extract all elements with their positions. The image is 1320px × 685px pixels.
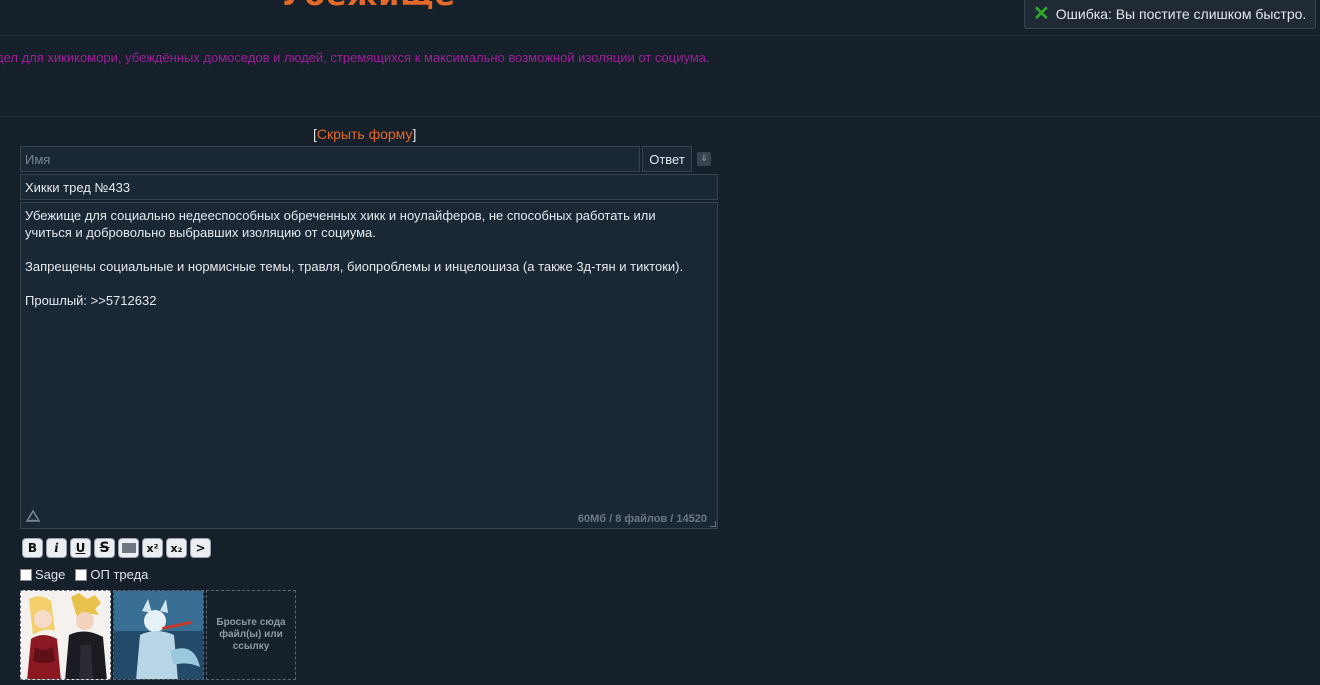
hide-form-link[interactable]: Скрыть форму (317, 126, 413, 142)
toggle-form: [Скрыть форму] (313, 126, 416, 142)
sage-checkbox[interactable] (20, 568, 32, 581)
spoiler-button[interactable] (118, 538, 139, 558)
bracket-close: ] (412, 126, 417, 142)
board-description: дел для хикикомори, убеждённых домоседов… (0, 50, 710, 65)
italic-button[interactable]: i (46, 538, 67, 558)
subject-input[interactable]: Хикки тред №433 (20, 174, 718, 200)
notification-text: Ошибка: Вы постите слишком быстро. (1055, 6, 1307, 22)
subscript-button[interactable]: x₂ (166, 538, 187, 558)
superscript-button[interactable]: x² (142, 538, 163, 558)
reply-button[interactable]: Ответ (642, 146, 692, 172)
close-icon[interactable]: ✕ (1033, 4, 1050, 24)
sage-label: Sage (35, 567, 66, 582)
op-checkbox[interactable] (75, 568, 88, 581)
board-title: Убежище (280, 0, 456, 13)
resize-handle[interactable] (710, 521, 716, 527)
quote-button[interactable]: > (190, 538, 211, 558)
file-dropzone[interactable]: Бросьте сюда файл(ы) или ссылку (206, 590, 296, 680)
strike-button[interactable]: S (94, 538, 115, 558)
spoiler-icon (121, 543, 136, 553)
upload-limits: 60Мб / 8 файлов / 14520 (577, 513, 707, 525)
scroll-down-icon[interactable]: ⇓ (697, 152, 711, 166)
file-attachments: Бросьте сюда файл(ы) или ссылку (20, 590, 296, 680)
sail-icon[interactable] (25, 508, 41, 524)
op-label: ОП треда (90, 567, 149, 582)
attached-image-thumbnail[interactable] (113, 590, 204, 680)
page: Убежище дел для хикикомори, убеждённых д… (0, 0, 1320, 685)
message-text: Убежище для социально недееспособных обр… (25, 208, 684, 308)
section-divider (0, 116, 1320, 117)
markup-toolbar: B i U S x² x₂ > (22, 538, 211, 558)
anime-fox-image (114, 591, 203, 679)
underline-button[interactable]: U (70, 538, 91, 558)
post-options: Sage ОП треда (20, 567, 158, 582)
name-input[interactable] (20, 146, 640, 172)
anime-characters-image (21, 591, 110, 679)
bold-button[interactable]: B (22, 538, 43, 558)
attached-image-thumbnail[interactable] (20, 590, 111, 680)
message-textarea[interactable]: Убежище для социально недееспособных обр… (20, 202, 718, 529)
error-notification[interactable]: ✕ Ошибка: Вы постите слишком быстро. (1024, 0, 1316, 29)
top-divider (0, 35, 1320, 36)
